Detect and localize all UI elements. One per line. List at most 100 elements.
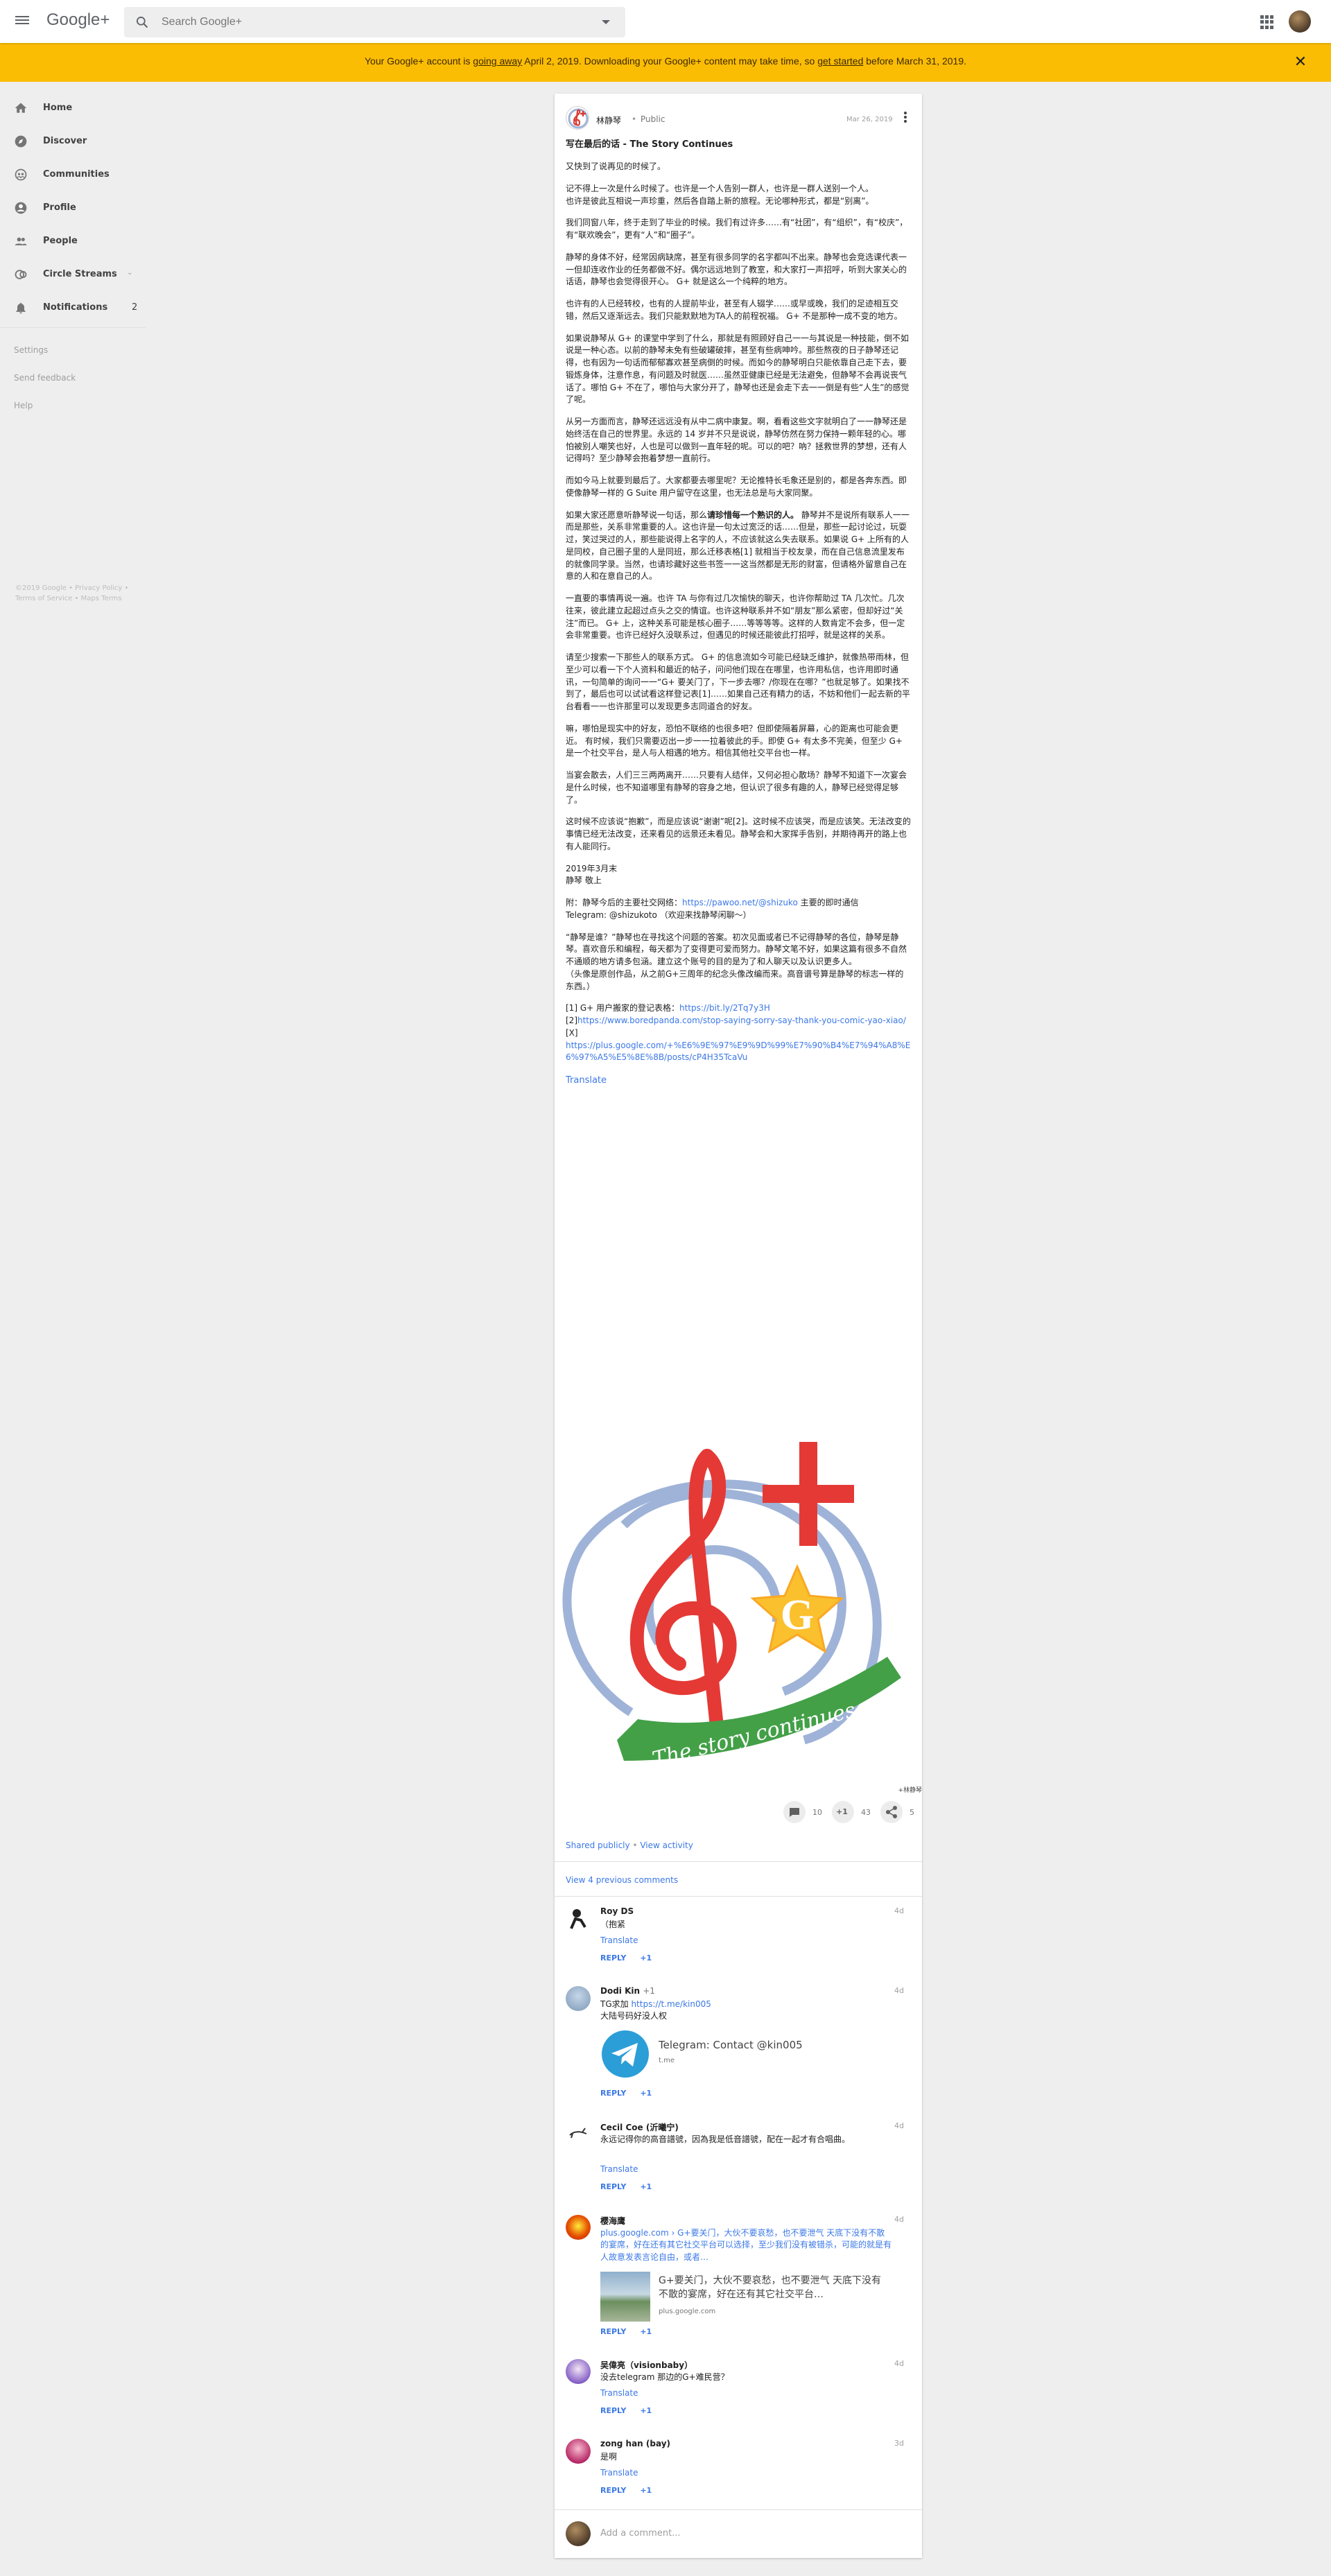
chevron-down-icon[interactable]: ⌄ [127,269,132,277]
divider [555,2509,922,2510]
comment-text: （抱紧 [600,1920,626,1929]
comment-time[interactable]: 4d [894,2359,904,2368]
sidebar-item-circle-streams[interactable]: Circle Streams ⌄ [0,261,146,288]
commenter-avatar[interactable] [566,1986,591,2011]
reply-button[interactable]: REPLY [600,2406,626,2415]
plus-one-button[interactable]: +1 [832,1801,854,1823]
link-preview-card[interactable]: Telegram: Contact @kin005 t.me [600,2026,891,2082]
comment-time[interactable]: 4d [894,2121,904,2130]
commenter-name[interactable]: zong han (bay) [600,2439,670,2448]
comment-time[interactable]: 3d [894,2439,904,2448]
reference-link-x[interactable]: https://plus.google.com/+%E6%9E%97%E9%9D… [566,1041,910,1063]
get-started-link[interactable]: get started [817,55,863,67]
plus-one-button[interactable]: +1 [640,1953,652,1963]
sidebar-item-label: Profile [43,202,76,213]
plus-one-button[interactable]: +1 [640,2486,652,2495]
translate-link[interactable]: Translate [600,2468,638,2478]
image-credit: +林静琴 [898,1787,922,1794]
commenter-name[interactable]: 樱海鹰 [600,2215,625,2227]
translate-link[interactable]: Translate [600,1935,638,1945]
view-activity-link[interactable]: View activity [640,1840,693,1850]
figure-avatar-icon [570,1909,586,1929]
post-paragraph: 记不得上一次是什么时候了。也许是一个人告别一群人，也许是一群人送别一个人。 也许… [566,183,874,206]
pawoo-link[interactable]: https://pawoo.net/@shizuko [682,898,798,907]
post-author-name[interactable]: 林静琴 [596,114,621,126]
footer-links-2[interactable]: Terms of Service • Maps Terms [15,595,122,602]
menu-icon[interactable] [14,14,31,29]
translate-link[interactable]: Translate [600,2388,638,2398]
communities-icon [15,168,27,181]
reply-button[interactable]: REPLY [600,2182,626,2191]
post-date[interactable]: Mar 26, 2019 [846,116,893,123]
sidebar-item-label: Home [43,103,73,113]
comment-icon [790,1808,799,1817]
sidebar-item-home[interactable]: Home [0,94,146,122]
user-avatar [566,2521,591,2546]
reply-button[interactable]: REPLY [600,1953,626,1963]
post-paragraph: 也许有的人已经转校，也有的人提前毕业，甚至有人辍学……或早或晚，我们的足迹相互交… [566,299,903,321]
going-away-link[interactable]: going away [473,55,522,67]
more-options-icon[interactable] [904,112,907,124]
reply-button[interactable]: REPLY [600,2486,626,2495]
search-box[interactable] [124,7,625,37]
sidebar-item-people[interactable]: People [0,227,146,255]
compass-icon [15,135,27,148]
add-comment-box[interactable]: Add a comment... [566,2520,912,2548]
sidebar-item-profile[interactable]: Profile [0,194,146,222]
share-button[interactable] [880,1801,903,1823]
help-link[interactable]: Help [14,401,33,410]
commenter-avatar[interactable] [566,1906,591,1931]
sidebar-item-discover[interactable]: Discover [0,128,146,155]
divider [555,1896,922,1897]
post-image[interactable]: G The story continues [555,1428,922,1792]
comment-time[interactable]: 4d [894,1986,904,1995]
plus-one-button[interactable]: +1 [640,2327,652,2336]
commenter-avatar[interactable] [566,2359,591,2384]
footer-links-1[interactable]: ©2019 Google • Privacy Policy • [15,584,128,592]
plus-one-button[interactable]: +1 [640,2182,652,2191]
plus-one-button[interactable]: +1 [640,2089,652,2098]
settings-link[interactable]: Settings [14,345,48,355]
commenter-name[interactable]: Dodi Kin +1 [600,1986,655,1996]
comment-button[interactable] [783,1801,806,1823]
reference-link-1[interactable]: https://bit.ly/2Tq7y3H [679,1003,770,1013]
comment-count: 10 [812,1808,822,1817]
commenter-name[interactable]: Roy DS [600,1906,634,1916]
author-avatar[interactable] [566,106,589,130]
shared-publicly-link[interactable]: Shared publicly [566,1840,630,1850]
view-previous-comments-link[interactable]: View 4 previous comments [566,1875,678,1885]
comment-actions: REPLY +1 [600,1953,666,1963]
sidebar-item-communities[interactable]: Communities [0,161,146,189]
account-avatar[interactable] [1289,10,1311,33]
translate-link[interactable]: Translate [566,1074,911,1087]
sidebar-item-notifications[interactable]: Notifications 2 [0,294,146,322]
search-input[interactable] [162,14,564,31]
commenter-avatar[interactable] [566,2215,591,2240]
reference-link-2[interactable]: https://www.boredpanda.com/stop-saying-s… [577,1016,906,1025]
reply-button[interactable]: REPLY [600,2089,626,2098]
plus-one-button[interactable]: +1 [640,2406,652,2415]
commenter-avatar[interactable] [566,2121,591,2146]
translate-link[interactable]: Translate [600,2164,638,2174]
commenter-name[interactable]: Cecil Coe (沂曦宁) [600,2121,679,2133]
google-plus-logo[interactable]: Google+ [46,10,110,30]
post-visibility[interactable]: Public [641,114,666,124]
link-preview-card[interactable]: G+要关门，大伙不要哀愁，也不要泄气 天底下没有不散的宴席，好在还有其它社交平台… [600,2272,891,2322]
comment-actions: REPLY +1 [600,2406,666,2415]
separator-dot: • [632,114,637,124]
preview-domain: plus.google.com [659,2308,716,2315]
comment-time[interactable]: 4d [894,2215,904,2224]
comment-link-text[interactable]: plus.google.com › G+要关门，大伙不要哀愁，也不要泄气 天底下… [600,2227,891,2263]
apps-grid-icon[interactable] [1260,15,1274,29]
preview-title: G+要关门，大伙不要哀愁，也不要泄气 天底下没有不散的宴席，好在还有其它社交平台… [659,2275,882,2300]
telegram-link[interactable]: https://t.me/kin005 [631,1999,711,2009]
close-icon[interactable]: ✕ [1292,54,1309,71]
send-feedback-link[interactable]: Send feedback [14,373,76,383]
comment-time[interactable]: 4d [894,1906,904,1915]
reply-button[interactable]: REPLY [600,2327,626,2336]
add-comment-input[interactable]: Add a comment... [600,2528,681,2539]
commenter-name[interactable]: 吴偉亮（visionbaby） [600,2359,693,2371]
search-dropdown-icon[interactable] [602,20,610,24]
commenter-avatar[interactable] [566,2439,591,2464]
comment-actions: REPLY +1 [600,2089,666,2098]
